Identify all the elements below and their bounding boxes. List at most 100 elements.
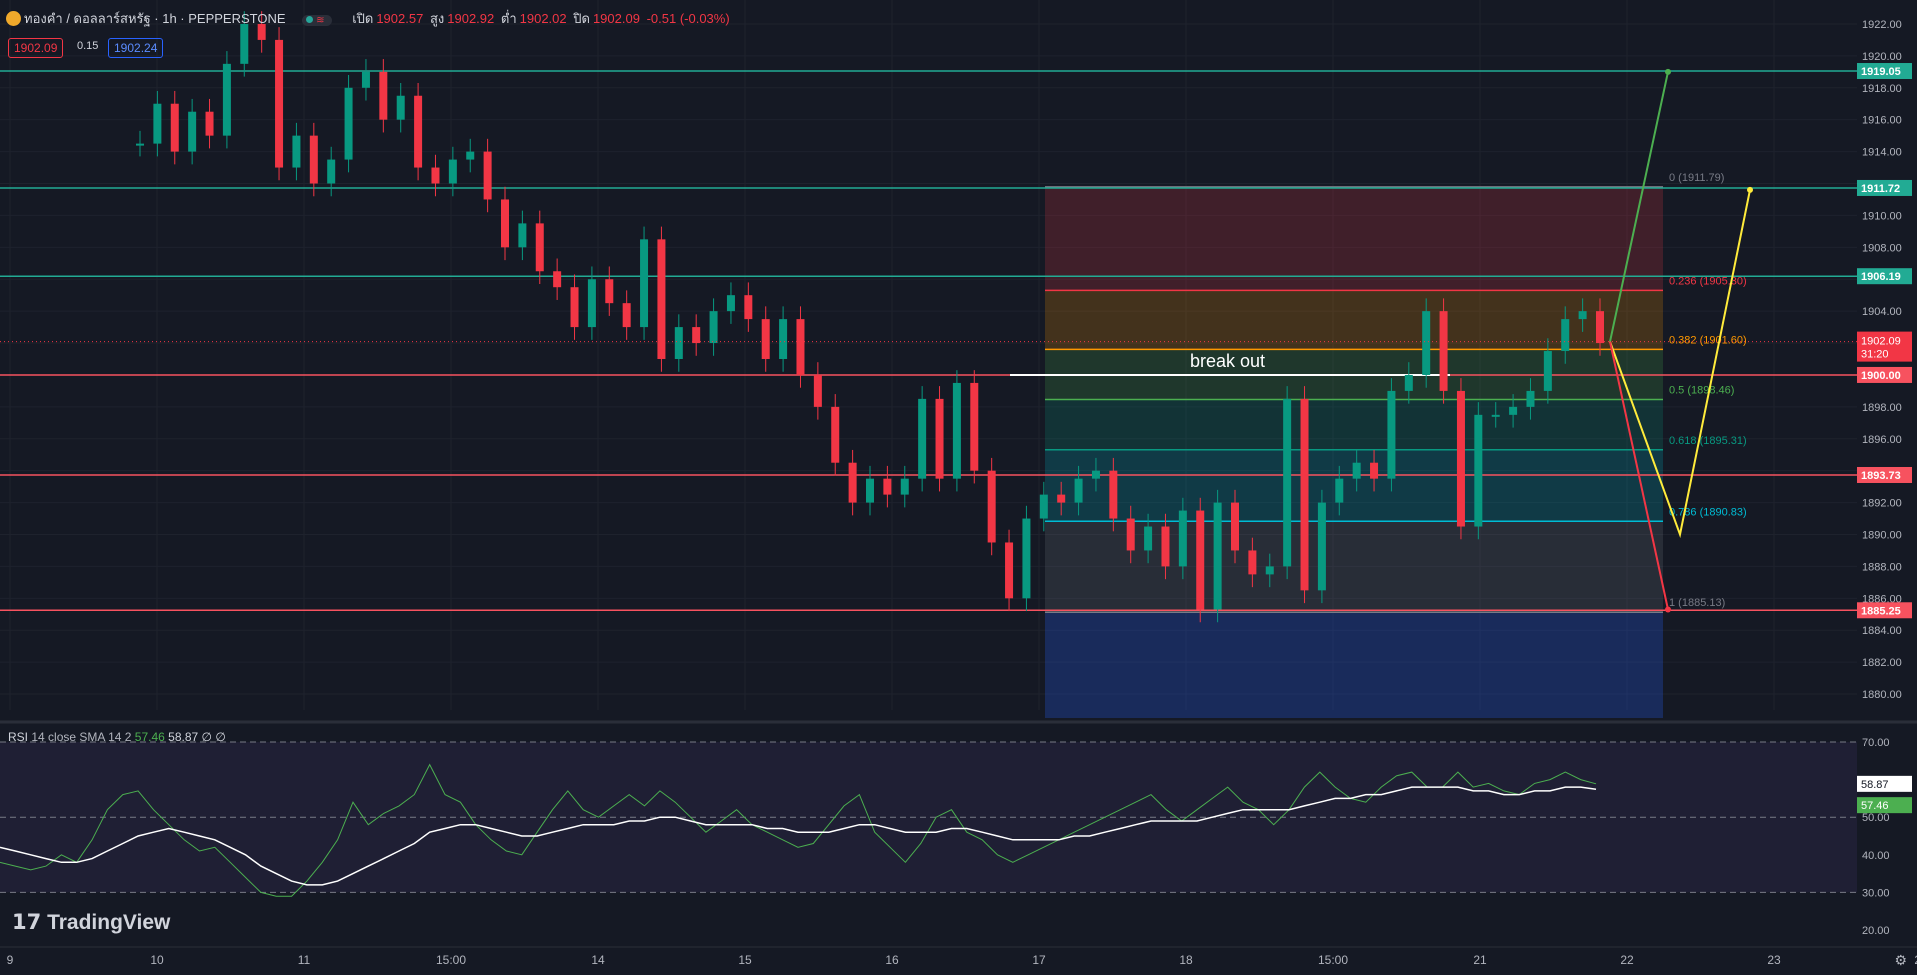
candle-body <box>605 279 614 304</box>
projection-arrowhead <box>1665 606 1671 613</box>
candle-body <box>587 279 596 328</box>
y-tick-label: 1898.00 <box>1862 402 1902 414</box>
fib-zone <box>1045 449 1663 522</box>
candle-body <box>361 71 370 88</box>
x-tick-label: 9 <box>7 953 14 967</box>
tv-logo-icon: 𝟭𝟳 <box>12 911 48 934</box>
candle-body <box>1352 462 1361 479</box>
open-label: เปิด <box>352 11 374 26</box>
candle-body <box>640 239 649 328</box>
open-value: 1902.57 <box>376 11 424 26</box>
candle-body <box>1578 311 1587 320</box>
fib-level-label: 0.236 (1905.30) <box>1669 275 1747 287</box>
x-tick-label: 14 <box>591 953 605 967</box>
fib-zone <box>1045 290 1663 350</box>
candle-body <box>1161 526 1170 567</box>
candle-body <box>448 159 457 184</box>
candle-body <box>674 327 683 359</box>
rsi-value: 58.87 <box>168 730 199 744</box>
fib-level-label: 0.786 (1890.83) <box>1669 506 1747 518</box>
y-tick-label: 1920.00 <box>1862 51 1902 63</box>
candle-body <box>1265 566 1274 575</box>
breakout-label: break out <box>1190 351 1265 371</box>
candle-body <box>1387 390 1396 479</box>
price-chart[interactable]: 0 (1911.79) 0.236 (1905.30) 0.382 (1901.60… <box>0 0 1917 975</box>
rsi-legend[interactable]: RSI 14 close SMA 14 2 57.46 58.87 ∅ ∅ <box>8 730 226 744</box>
symbol-title[interactable]: ทองคำ / ดอลลาร์สหรัฐ · 1h · PEPPERSTONE <box>24 11 286 26</box>
candle-body <box>761 319 770 359</box>
candle-body <box>952 382 961 479</box>
fib-level-label: 1 (1885.13) <box>1669 597 1725 609</box>
candle-body <box>170 103 179 152</box>
rsi-tick-label: 30.00 <box>1862 887 1890 899</box>
fib-level-label: 0 (1911.79) <box>1669 172 1724 184</box>
x-tick-label: 15:00 <box>1318 953 1348 967</box>
candle-body <box>657 239 666 359</box>
high-value: 1902.92 <box>447 11 495 26</box>
candle-body <box>1596 311 1604 344</box>
tradingview-logo[interactable]: 𝟭𝟳 TradingView <box>12 910 170 935</box>
high-label: สูง <box>429 11 445 26</box>
candle-body <box>709 311 718 344</box>
buy-price-box[interactable]: 1902.24 <box>108 38 164 58</box>
candle-body <box>1561 319 1570 352</box>
candle-body <box>779 319 788 359</box>
candle-body <box>1005 542 1014 599</box>
candle-body <box>935 398 944 479</box>
rsi-ma-label: 57.46 <box>1861 800 1889 812</box>
candle-body <box>1474 414 1483 527</box>
rsi-params: 14 close SMA 14 2 <box>31 730 132 744</box>
fib-level-label: 0.5 (1898.46) <box>1669 385 1734 397</box>
rsi-tick-label: 40.00 <box>1862 850 1890 862</box>
y-tick-label: 1892.00 <box>1862 498 1902 510</box>
y-tick-label: 1914.00 <box>1862 147 1902 159</box>
candle-body <box>535 223 544 272</box>
candle-body <box>813 374 822 407</box>
y-tick-label: 1922.00 <box>1862 19 1902 31</box>
candle-body <box>796 319 805 375</box>
candle-body <box>1231 502 1239 551</box>
candle-body <box>1335 478 1344 503</box>
candle-body <box>1196 510 1205 610</box>
fib-extension-zone <box>1045 612 1663 718</box>
x-tick-label: 11 <box>298 953 311 967</box>
rsi-label: RSI <box>8 730 29 744</box>
settings-gear-icon[interactable]: ⚙ <box>1894 952 1907 969</box>
projection-arrowhead <box>1665 68 1671 75</box>
candle-body <box>970 382 979 471</box>
candle-body <box>1404 374 1413 391</box>
fib-level-label: 0.382 (1901.60) <box>1669 334 1747 346</box>
market-open-dot-icon <box>306 16 314 23</box>
candle-body <box>692 327 701 344</box>
candle-body <box>396 95 405 120</box>
y-tick-label: 1904.00 <box>1862 306 1902 318</box>
candle-body <box>918 398 927 479</box>
fib-zone <box>1045 399 1663 450</box>
candle-body <box>431 167 440 184</box>
candle-body <box>414 95 423 168</box>
candle-body <box>570 287 579 328</box>
candle-body <box>379 71 388 120</box>
candle-body <box>1178 510 1187 567</box>
symbol-header: ทองคำ / ดอลลาร์สหรัฐ · 1h · PEPPERSTONE … <box>6 8 733 29</box>
candle-body <box>1491 414 1500 417</box>
candle-body <box>240 23 249 64</box>
sell-price-box[interactable]: 1902.09 <box>8 38 64 58</box>
candle-body <box>1526 390 1535 407</box>
market-status-pill[interactable]: ≋ <box>302 15 332 26</box>
y-tick-label: 1910.00 <box>1862 210 1902 222</box>
candle-body <box>1509 406 1518 415</box>
candle-body <box>744 295 753 320</box>
candle-body <box>1456 390 1465 527</box>
candle-body <box>188 111 197 152</box>
x-tick-label: 18 <box>1179 953 1193 967</box>
candle-body <box>726 295 735 312</box>
candle-body <box>1283 398 1292 567</box>
y-tick-label: 1918.00 <box>1862 83 1902 95</box>
candle-body <box>501 199 509 248</box>
rsi-tick-label: 70.00 <box>1862 737 1890 749</box>
candle-body <box>1422 311 1431 375</box>
candle-body <box>1144 526 1153 551</box>
level-price-label: 1893.73 <box>1861 470 1901 482</box>
change-value: -0.51 (-0.03%) <box>646 11 730 26</box>
